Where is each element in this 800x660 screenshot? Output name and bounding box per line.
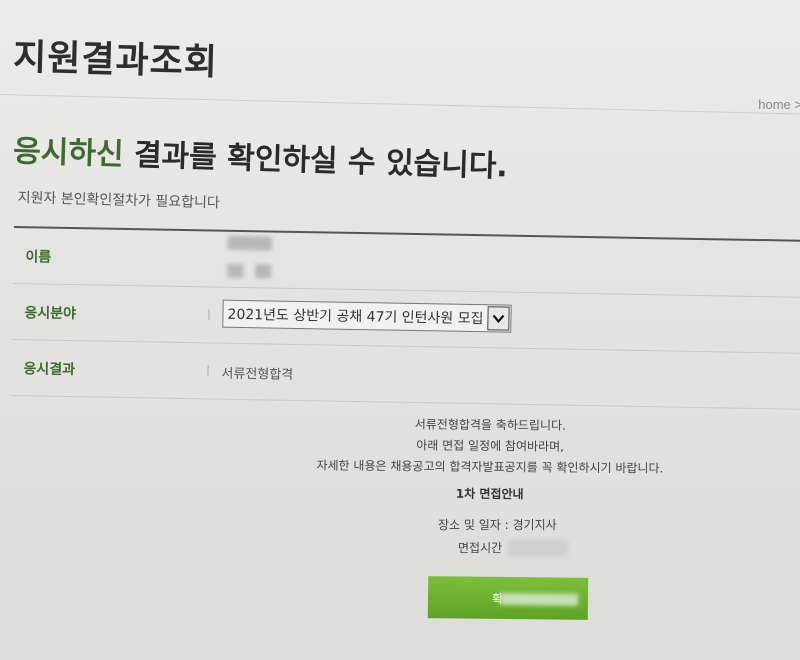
field-separator [208,309,210,321]
breadcrumb[interactable]: home > [758,97,800,112]
name-redacted [227,235,272,251]
result-label: 응시결과 [23,361,76,379]
headline-rest: 결과를 확인하실 수 있습니다. [123,137,509,185]
name-redacted-3 [255,264,272,279]
chevron-down-icon[interactable] [487,306,510,331]
congrats-message: 서류전형합격을 축하드립니다. 아래 면접 일정에 참여바라며, 자세한 내용은… [260,412,721,508]
screen: 지원결과조회 home > 응시하신 결과를 확인하실 수 있습니다. 지원자 … [0,0,800,660]
field-select-value: 2021년도 상반기 공채 47기 인턴사원 모집 [227,306,484,328]
interview-time-label: 면접시간 [458,541,503,555]
message-line-3: 자세한 내용은 채용공고의 합격자발표공지를 꼭 확인하시기 바랍니다. [316,458,664,476]
result-form: 이름 응시분야 2021년도 상반기 공채 47기 인턴사원 모집 응시결과 서… [11,226,800,410]
headline-accent: 응시하신 [12,133,125,173]
field-label: 응시분야 [24,305,77,323]
field-select[interactable]: 2021년도 상반기 공채 47기 인턴사원 모집 [222,299,512,333]
identity-notice: 지원자 본인확인절차가 필요합니다 [17,189,220,212]
interview-time-redacted [508,540,568,556]
result-value: 서류전형합격 [221,366,294,383]
interview-notice-title: 1차 면접안내 [455,486,524,502]
confirm-button[interactable]: 확 [427,576,589,620]
page-title: 지원결과조회 [12,36,219,84]
button-redacted [499,592,579,606]
result-separator [207,365,209,377]
header-divider [0,94,800,115]
name-redacted-2 [227,263,244,279]
headline: 응시하신 결과를 확인하실 수 있습니다. [13,126,509,186]
name-label: 이름 [25,249,52,266]
interview-place-date: 장소 및 일자 : 경기지사 [438,518,557,532]
